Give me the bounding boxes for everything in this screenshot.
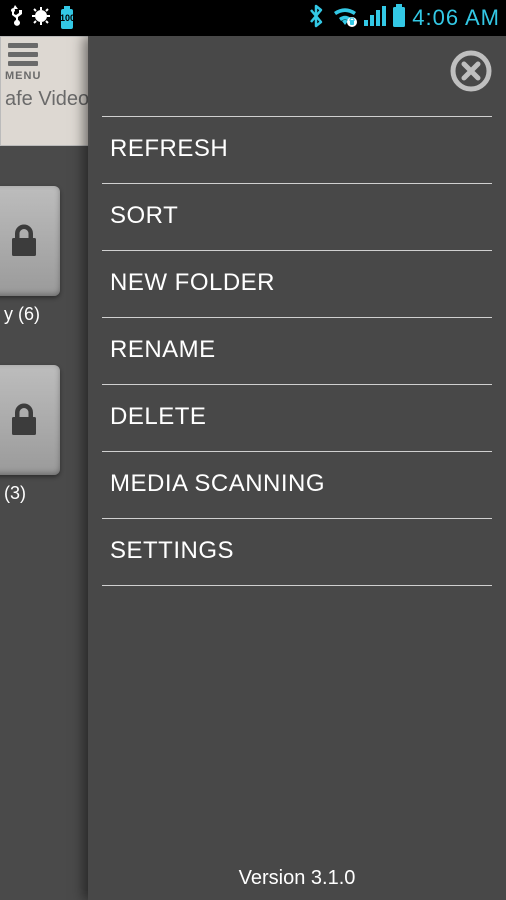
- menu-button[interactable]: MENU: [5, 43, 41, 82]
- menu-list: REFRESH SORT NEW FOLDER RENAME DELETE ME…: [88, 116, 506, 586]
- lock-icon: [6, 402, 42, 438]
- clock: 4:06 AM: [412, 5, 500, 31]
- battery-pct-icon: 100: [58, 5, 91, 31]
- debug-icon: [30, 5, 52, 32]
- page-title-fragment: afe Video: [5, 88, 89, 111]
- folder-grid: y (6) (3): [0, 146, 90, 504]
- hamburger-icon: [8, 43, 38, 66]
- menu-item-new-folder[interactable]: NEW FOLDER: [102, 251, 492, 318]
- menu-item-settings[interactable]: SETTINGS: [102, 519, 492, 586]
- close-icon: [450, 50, 492, 92]
- status-right: 4:06 AM: [306, 4, 500, 33]
- menu-item-delete[interactable]: DELETE: [102, 385, 492, 452]
- menu-item-refresh[interactable]: REFRESH: [102, 116, 492, 184]
- usb-icon: [6, 5, 24, 32]
- close-button[interactable]: [450, 50, 492, 92]
- folder-count: (3): [4, 483, 90, 504]
- app-header: MENU afe Video: [0, 36, 90, 146]
- signal-icon: [364, 6, 386, 31]
- folder-thumbnail[interactable]: [0, 186, 60, 296]
- status-left: 100: [6, 5, 91, 32]
- menu-item-rename[interactable]: RENAME: [102, 318, 492, 385]
- battery-pct-label: 100: [60, 13, 75, 23]
- wifi-icon: [332, 5, 358, 32]
- close-row: [88, 36, 506, 98]
- menu-label: MENU: [5, 70, 41, 82]
- menu-panel: REFRESH SORT NEW FOLDER RENAME DELETE ME…: [88, 36, 506, 900]
- menu-item-media-scanning[interactable]: MEDIA SCANNING: [102, 452, 492, 519]
- bluetooth-icon: [306, 4, 326, 33]
- folder-count: y (6): [4, 304, 90, 325]
- menu-item-sort[interactable]: SORT: [102, 184, 492, 251]
- folder-thumbnail[interactable]: [0, 365, 60, 475]
- battery-icon: [392, 4, 406, 33]
- version-label: Version 3.1.0: [88, 853, 506, 900]
- background-app: MENU afe Video y (6) (3): [0, 36, 90, 900]
- lock-icon: [6, 223, 42, 259]
- status-bar: 100 4:06 AM: [0, 0, 506, 36]
